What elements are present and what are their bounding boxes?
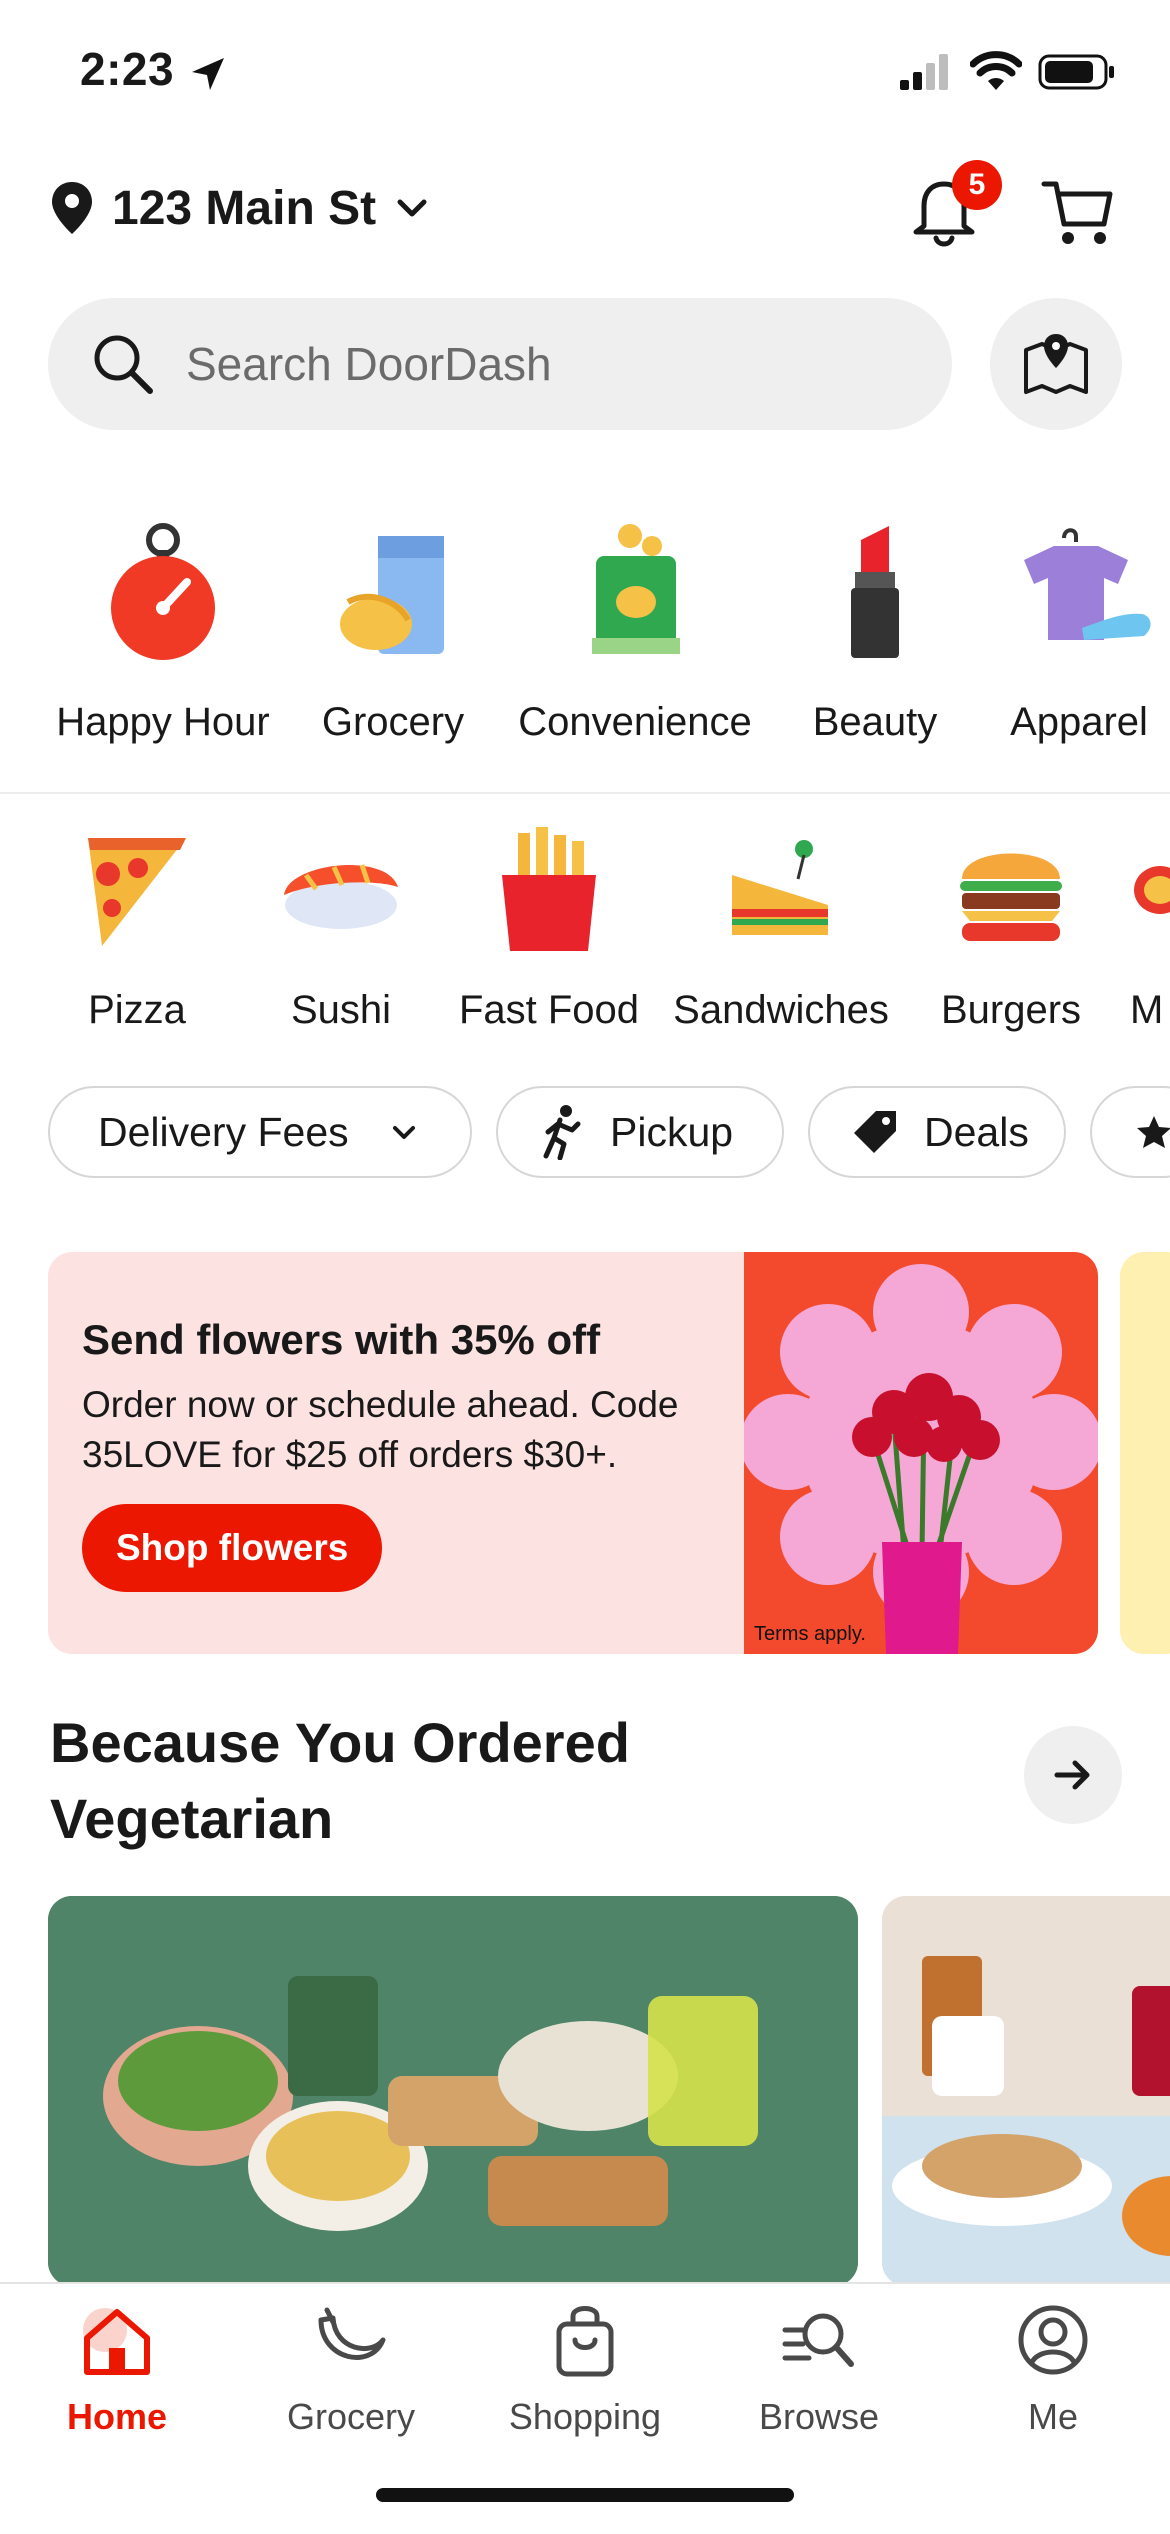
battery-icon — [1038, 54, 1114, 90]
section-divider — [0, 792, 1170, 794]
profile-icon — [1018, 2305, 1088, 2375]
home-indicator — [376, 2488, 794, 2502]
sandwich-icon — [732, 840, 828, 935]
cuisine-pizza[interactable]: Pizza — [22, 820, 252, 1033]
address-label: 123 Main St — [112, 181, 377, 235]
grocery-tab-icon — [318, 2307, 386, 2360]
cuisine-label: Pizza — [88, 988, 186, 1032]
food-image-icon — [882, 1896, 1170, 2286]
promo-image: Terms apply. — [744, 1252, 1098, 1654]
location-arrow-icon — [192, 58, 224, 90]
sushi-icon — [284, 864, 398, 929]
category-grocery[interactable]: Grocery — [268, 515, 518, 745]
filter-rating[interactable] — [1090, 1086, 1170, 1178]
section-see-all-button[interactable] — [1024, 1726, 1122, 1824]
filter-delivery-fees[interactable]: Delivery Fees — [48, 1086, 472, 1178]
signal-icon — [900, 54, 948, 90]
promo-body: Order now or schedule ahead. Code 35LOVE… — [82, 1384, 679, 1475]
star-icon — [1137, 1116, 1170, 1148]
filter-pickup[interactable]: Pickup — [496, 1086, 784, 1178]
shopping-bag-icon — [556, 2306, 614, 2377]
cuisine-burgers[interactable]: Burgers — [896, 820, 1126, 1033]
cart-button[interactable] — [1040, 176, 1116, 252]
tag-icon — [854, 1111, 896, 1153]
cuisine-label: Fast Food — [458, 988, 640, 1032]
chevron-down-icon — [392, 1126, 415, 1139]
burger-icon — [960, 853, 1062, 941]
shop-flowers-button[interactable]: Shop flowers — [82, 1504, 383, 1592]
partial-icon — [1134, 866, 1170, 914]
tab-label: Grocery — [286, 2396, 416, 2437]
promo-banner[interactable]: Send flowers with 35% off Order now or s… — [48, 1252, 1098, 1654]
cuisine-label: Sandwiches — [673, 988, 889, 1032]
promo-terms: Terms apply. — [754, 1623, 866, 1645]
notification-badge: 5 — [952, 160, 1002, 210]
map-button[interactable] — [990, 298, 1122, 430]
promo-title: Send flowers with 35% off — [82, 1316, 601, 1363]
filter-label: Deals — [924, 1108, 1029, 1155]
browse-icon — [782, 2313, 854, 2367]
store-card[interactable] — [882, 1896, 1170, 2286]
chevron-down-icon — [397, 199, 427, 217]
tab-shopping[interactable]: Shopping — [468, 2290, 702, 2438]
filter-label: Delivery Fees — [98, 1108, 349, 1155]
flowers-image-icon — [744, 1264, 1098, 1654]
food-image-icon — [48, 1896, 858, 2286]
filter-label: Pickup — [610, 1108, 734, 1155]
cuisine-fast-food[interactable]: Fast Food — [434, 820, 664, 1033]
tab-label: Home — [66, 2396, 168, 2437]
store-card[interactable] — [48, 1896, 858, 2286]
cuisine-label: Burgers — [940, 988, 1082, 1032]
category-label: Convenience — [518, 700, 752, 744]
tab-grocery[interactable]: Grocery — [234, 2290, 468, 2438]
tab-home[interactable]: Home — [0, 2290, 234, 2438]
wifi-icon — [970, 51, 1022, 90]
tab-label: Me — [1027, 2396, 1078, 2437]
status-time: 2:23 — [80, 43, 175, 95]
address-selector[interactable]: 123 Main St — [50, 180, 430, 236]
stopwatch-icon — [111, 523, 215, 660]
location-pin-icon — [52, 182, 92, 234]
next-promo-banner[interactable] — [1120, 1252, 1170, 1654]
walking-person-icon — [543, 1105, 581, 1160]
cuisine-sushi[interactable]: Sushi — [226, 820, 456, 1033]
lipstick-icon — [851, 526, 899, 658]
tab-label: Browse — [758, 2396, 880, 2437]
category-label: Apparel — [1010, 700, 1148, 744]
filter-deals[interactable]: Deals — [808, 1086, 1066, 1178]
cuisine-label: M — [1130, 988, 1164, 1032]
tab-label: Shopping — [508, 2396, 662, 2437]
search-icon — [94, 335, 153, 394]
category-apparel[interactable]: Apparel — [954, 515, 1170, 745]
pizza-icon — [88, 838, 186, 946]
cuisine-partial[interactable]: M — [1130, 820, 1170, 1033]
category-convenience[interactable]: Convenience — [510, 515, 760, 745]
section-title: Because You Ordered Vegetarian — [50, 1711, 630, 1850]
search-bar[interactable]: Search DoorDash — [48, 298, 952, 430]
tab-me[interactable]: Me — [936, 2290, 1170, 2438]
apparel-icon — [1024, 528, 1151, 640]
search-placeholder: Search DoorDash — [186, 338, 552, 390]
chips-icon — [592, 524, 680, 654]
grocery-icon — [340, 536, 444, 654]
category-happy-hour[interactable]: Happy Hour — [38, 515, 288, 745]
arrow-right-icon — [1054, 1760, 1090, 1790]
cart-icon — [1041, 181, 1113, 244]
notifications-button[interactable]: 5 — [910, 160, 1002, 250]
category-label: Grocery — [321, 700, 465, 744]
category-label: Happy Hour — [56, 700, 270, 744]
map-icon — [1024, 334, 1088, 394]
tab-browse[interactable]: Browse — [702, 2290, 936, 2438]
cuisine-sandwiches[interactable]: Sandwiches — [666, 820, 896, 1033]
home-icon — [83, 2308, 150, 2375]
cuisine-label: Sushi — [290, 988, 392, 1032]
fries-icon — [502, 827, 596, 951]
